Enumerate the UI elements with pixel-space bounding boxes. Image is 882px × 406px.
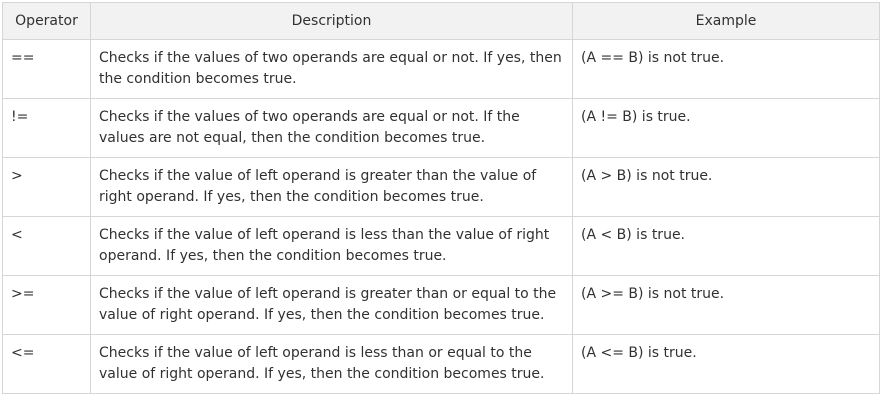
example-cell: (A != B) is true. — [572, 98, 880, 158]
description-cell: Checks if the value of left operand is g… — [90, 275, 573, 335]
table-row: != Checks if the values of two operands … — [2, 98, 880, 158]
table-row: < Checks if the value of left operand is… — [2, 216, 880, 276]
operator-cell: >= — [2, 275, 91, 335]
example-cell: (A == B) is not true. — [572, 39, 880, 99]
description-cell: Checks if the value of left operand is g… — [90, 157, 573, 217]
example-cell: (A >= B) is not true. — [572, 275, 880, 335]
table-row: <= Checks if the value of left operand i… — [2, 334, 880, 394]
operator-cell: < — [2, 216, 91, 276]
description-cell: Checks if the value of left operand is l… — [90, 216, 573, 276]
header-operator: Operator — [2, 2, 91, 40]
table-row: >= Checks if the value of left operand i… — [2, 275, 880, 335]
description-cell: Checks if the values of two operands are… — [90, 39, 573, 99]
example-cell: (A <= B) is true. — [572, 334, 880, 394]
operators-table: Operator Description Example == Checks i… — [2, 2, 880, 394]
operator-cell: == — [2, 39, 91, 99]
header-example: Example — [572, 2, 880, 40]
example-cell: (A < B) is true. — [572, 216, 880, 276]
table-row: == Checks if the values of two operands … — [2, 39, 880, 99]
table-row: > Checks if the value of left operand is… — [2, 157, 880, 217]
operator-cell: > — [2, 157, 91, 217]
description-cell: Checks if the value of left operand is l… — [90, 334, 573, 394]
header-row: Operator Description Example — [2, 2, 880, 40]
operator-cell: <= — [2, 334, 91, 394]
description-cell: Checks if the values of two operands are… — [90, 98, 573, 158]
example-cell: (A > B) is not true. — [572, 157, 880, 217]
operator-cell: != — [2, 98, 91, 158]
header-description: Description — [90, 2, 573, 40]
